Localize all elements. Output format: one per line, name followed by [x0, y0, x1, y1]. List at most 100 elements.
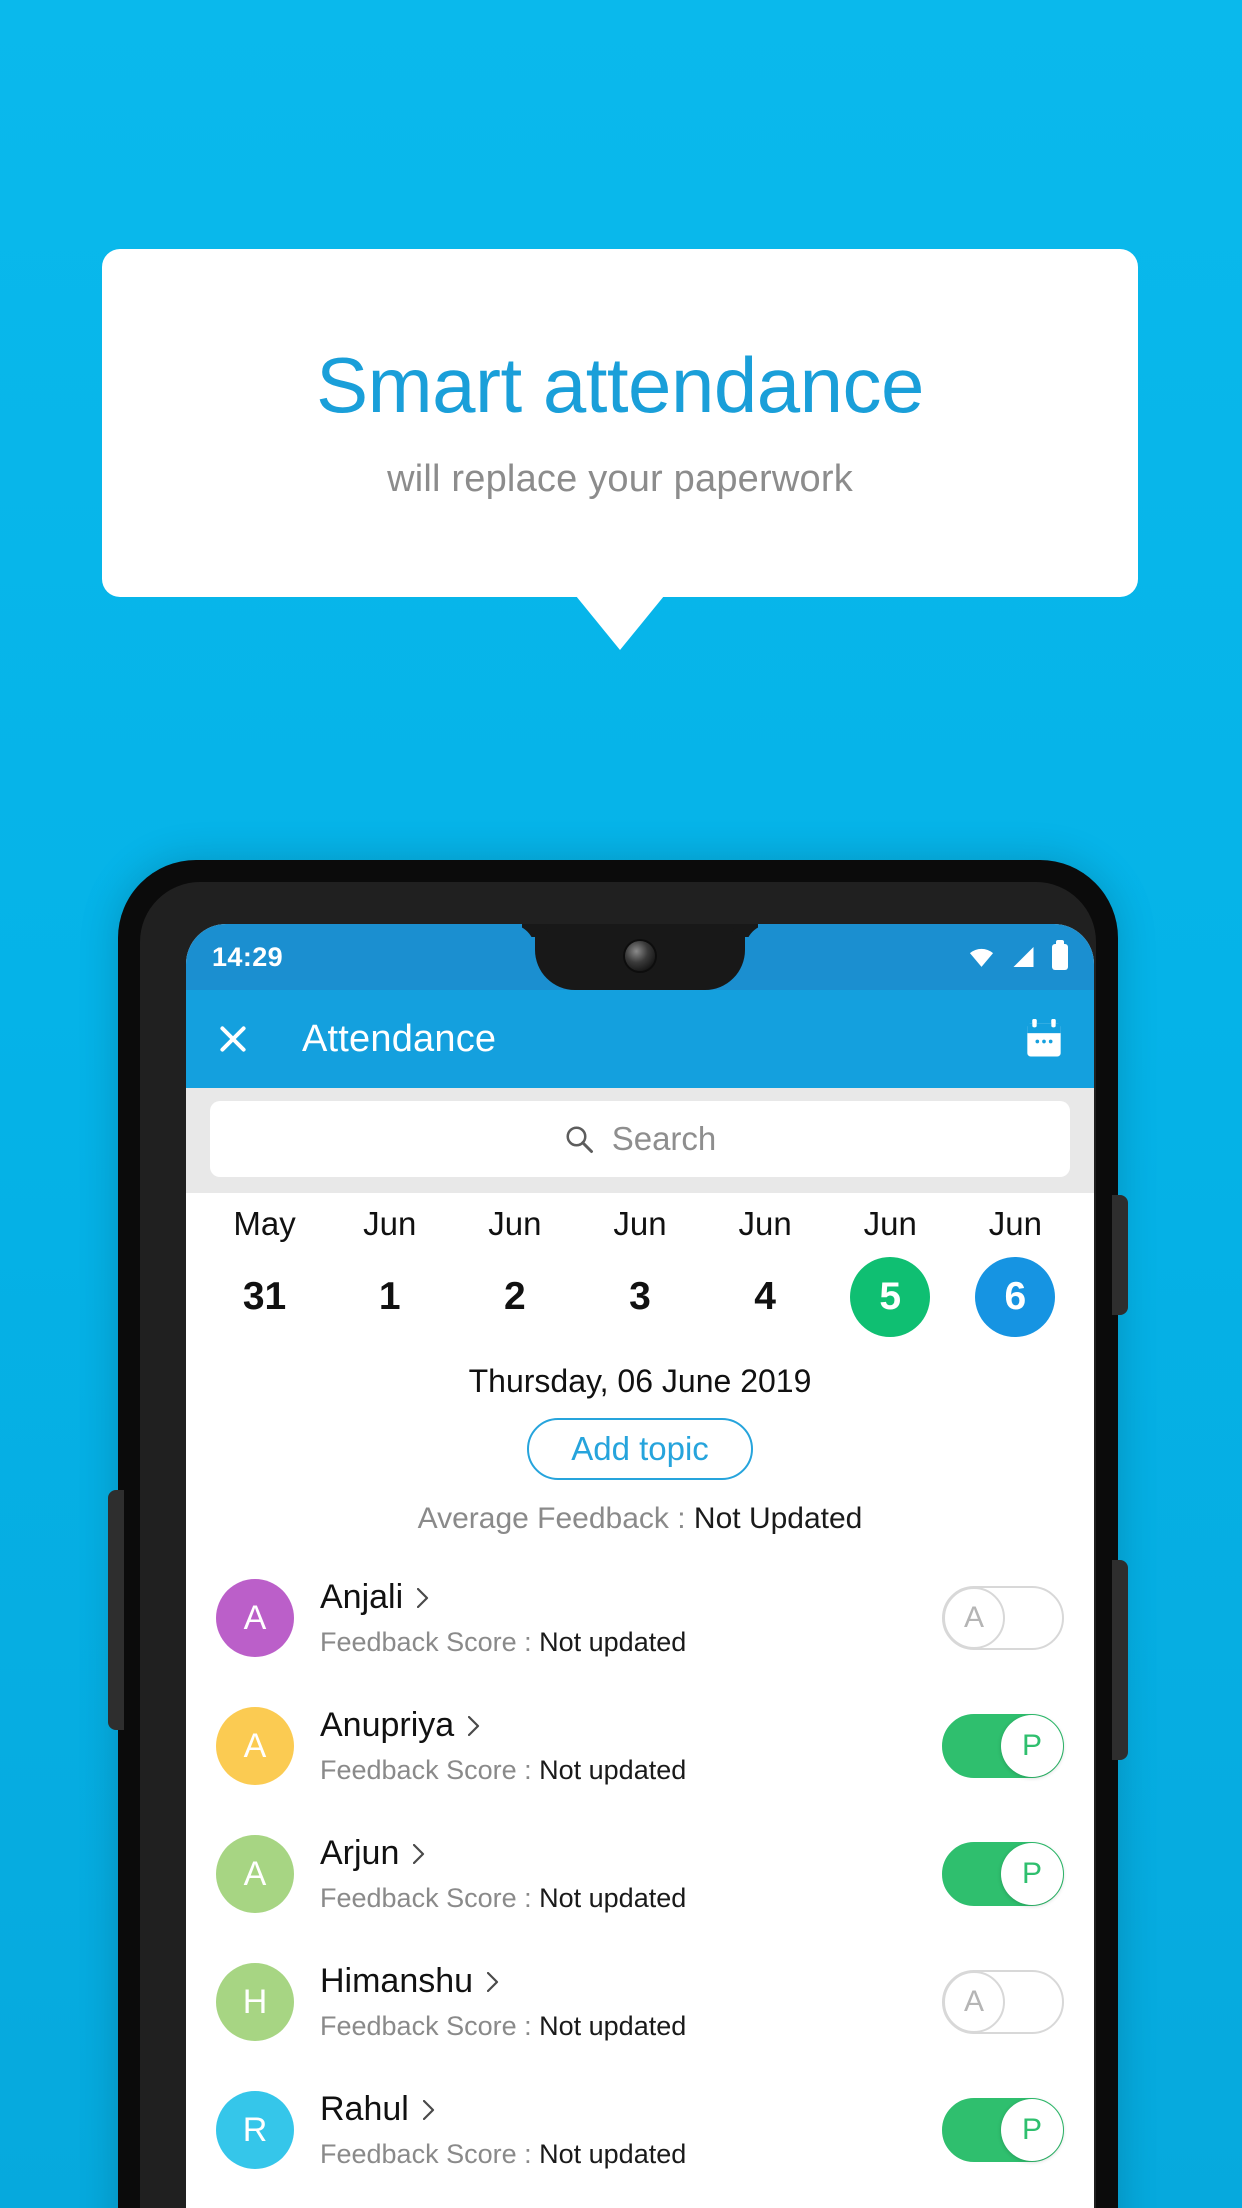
status-time: 14:29	[212, 941, 284, 972]
feedback-value: Not updated	[539, 2139, 687, 2169]
promo-title: Smart attendance	[316, 340, 924, 429]
date-month: May	[233, 1205, 296, 1242]
attendance-toggle[interactable]: A	[942, 1970, 1064, 2034]
list-item-body: Arjun Feedback Score : Not updated	[320, 1834, 942, 1914]
phone-side-button-right-bottom	[1112, 1560, 1128, 1760]
student-feedback: Feedback Score : Not updated	[320, 2139, 942, 2170]
student-name: Anupriya	[320, 1706, 455, 1744]
list-item[interactable]: H Himanshu Feedback Score : Not updated	[186, 1938, 1094, 2066]
attendance-toggle-knob: A	[943, 1971, 1005, 2033]
phone-side-button-right-top	[1112, 1195, 1128, 1315]
student-name-row: Anjali	[320, 1578, 942, 1617]
feedback-value: Not updated	[539, 2011, 687, 2041]
calendar-icon[interactable]	[1024, 1018, 1064, 1060]
date-cell[interactable]: Jun 6	[953, 1205, 1078, 1337]
feedback-label: Feedback Score :	[320, 1883, 540, 1913]
date-cell[interactable]: Jun 2	[452, 1205, 577, 1337]
student-name: Himanshu	[320, 1962, 474, 2000]
app-bar: Attendance	[186, 990, 1094, 1088]
attendance-toggle[interactable]: P	[942, 1714, 1064, 1778]
attendance-toggle[interactable]: A	[942, 1586, 1064, 1650]
date-cell[interactable]: Jun 1	[327, 1205, 452, 1337]
student-feedback: Feedback Score : Not updated	[320, 1755, 942, 1786]
list-item[interactable]: A Arjun Feedback Score : Not updated P	[186, 1810, 1094, 1938]
chevron-right-icon[interactable]	[422, 2099, 435, 2120]
date-day: 2	[503, 1275, 526, 1318]
feedback-value: Not updated	[539, 1627, 687, 1657]
phone-bezel: 14:29 Attendance Search May 31 Jun 1 Jun…	[140, 882, 1096, 2208]
list-item[interactable]: A Anjali Feedback Score : Not updated A	[186, 1554, 1094, 1682]
feedback-label: Feedback Score :	[320, 1627, 540, 1657]
avatar: H	[216, 1963, 294, 2041]
attendance-toggle[interactable]: P	[942, 1842, 1064, 1906]
date-day: 31	[242, 1275, 287, 1318]
student-name: Anjali	[320, 1578, 404, 1616]
status-icons	[968, 940, 1068, 970]
date-day-selected: 6	[975, 1257, 1056, 1337]
date-day: 4	[754, 1275, 776, 1318]
promo-bubble-tail	[576, 596, 664, 650]
add-topic-button[interactable]: Add topic	[527, 1418, 753, 1480]
phone-screen: 14:29 Attendance Search May 31 Jun 1 Jun…	[186, 924, 1094, 2208]
list-item[interactable]: A Anupriya Feedback Score : Not updated	[186, 1682, 1094, 1810]
front-camera	[625, 941, 655, 971]
date-month: Jun	[988, 1205, 1043, 1242]
selected-day-label: Thursday, 06 June 2019	[468, 1363, 812, 1399]
student-feedback: Feedback Score : Not updated	[320, 1883, 942, 1914]
promo-callout-bubble: Smart attendance will replace your paper…	[102, 249, 1138, 597]
signal-icon	[1013, 947, 1034, 967]
feedback-label: Feedback Score :	[320, 1755, 540, 1785]
search-input[interactable]: Search	[210, 1101, 1070, 1177]
date-day: 3	[629, 1275, 651, 1318]
avatar: A	[216, 1835, 294, 1913]
date-month: Jun	[738, 1205, 792, 1242]
date-day-today: 5	[850, 1257, 931, 1337]
date-cell[interactable]: Jun 3	[577, 1205, 702, 1337]
add-topic-wrap: Add topic	[186, 1418, 1094, 1480]
avatar: R	[216, 2091, 294, 2169]
feedback-value: Not updated	[539, 1755, 687, 1785]
attendance-toggle-knob: P	[1001, 2099, 1063, 2161]
date-cell[interactable]: Jun 4	[703, 1205, 828, 1337]
student-name-row: Himanshu	[320, 1962, 942, 2001]
battery-icon	[1052, 940, 1068, 970]
list-item[interactable]: R Rahul Feedback Score : Not updated P	[186, 2066, 1094, 2194]
page-title: Attendance	[302, 1017, 497, 1060]
date-month: Jun	[613, 1205, 667, 1242]
phone-side-button-left	[108, 1490, 124, 1730]
chevron-right-icon[interactable]	[413, 1843, 425, 1864]
student-name-row: Rahul	[320, 2090, 942, 2129]
chevron-right-icon[interactable]	[487, 1971, 499, 1992]
wifi-icon	[969, 948, 994, 967]
phone-mockup: 14:29 Attendance Search May 31 Jun 1 Jun…	[118, 860, 1118, 2208]
avatar: A	[216, 1707, 294, 1785]
date-cell[interactable]: Jun 5	[828, 1205, 953, 1337]
student-name-row: Anupriya	[320, 1706, 942, 1745]
promo-subtitle: will replace your paperwork	[387, 457, 853, 500]
search-icon	[566, 1126, 593, 1153]
average-feedback-value: Not Updated	[693, 1502, 863, 1535]
student-feedback: Feedback Score : Not updated	[320, 1627, 942, 1658]
date-strip: May 31 Jun 1 Jun 2 Jun 3 Jun 4 Jun 5 Jun…	[186, 1193, 1094, 1343]
promo-screenshot: Smart attendance will replace your paper…	[0, 0, 1242, 2208]
chevron-right-icon[interactable]	[417, 1587, 429, 1608]
chevron-right-icon[interactable]	[468, 1715, 480, 1736]
attendance-toggle[interactable]: P	[942, 2098, 1064, 2162]
date-month: Jun	[863, 1205, 917, 1242]
search-placeholder: Search	[611, 1120, 717, 1157]
student-name: Rahul	[320, 2090, 409, 2128]
search-section: Search	[186, 1088, 1094, 1193]
date-day: 1	[378, 1275, 401, 1318]
list-item-body: Rahul Feedback Score : Not updated	[320, 2090, 942, 2170]
attendance-toggle-knob: A	[943, 1587, 1005, 1649]
date-cell[interactable]: May 31	[202, 1205, 327, 1337]
student-list: A Anjali Feedback Score : Not updated A …	[186, 1554, 1094, 2194]
feedback-label: Feedback Score :	[320, 2011, 540, 2041]
date-month: Jun	[363, 1205, 417, 1242]
attendance-toggle-knob: P	[1001, 1843, 1063, 1905]
student-name-row: Arjun	[320, 1834, 942, 1873]
avatar: A	[216, 1579, 294, 1657]
date-month: Jun	[488, 1205, 542, 1242]
close-icon[interactable]	[216, 1022, 250, 1056]
attendance-toggle-knob: P	[1001, 1715, 1063, 1777]
